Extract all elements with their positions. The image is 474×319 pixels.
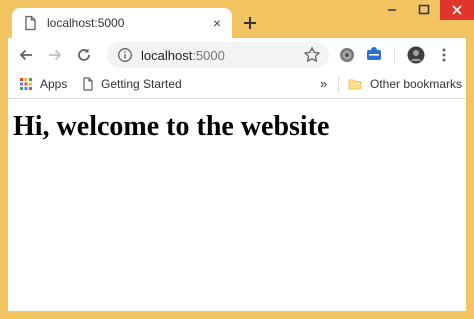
bookmark-other-bookmarks[interactable]: Other bookmarks — [370, 77, 462, 91]
page-heading: Hi, welcome to the website — [13, 111, 330, 142]
forward-icon[interactable] — [46, 46, 64, 64]
back-icon[interactable] — [17, 46, 35, 64]
url-port: :5000 — [192, 48, 225, 63]
bookmark-getting-started[interactable]: Getting Started — [101, 77, 182, 91]
maximize-button[interactable] — [408, 0, 440, 20]
page-content: Hi, welcome to the website — [8, 99, 466, 311]
close-window-button[interactable] — [440, 0, 474, 20]
close-icon — [452, 5, 462, 15]
bookmark-apps[interactable]: Apps — [40, 77, 67, 91]
maximize-icon — [418, 4, 430, 15]
url-host: localhost — [141, 48, 193, 63]
info-icon[interactable] — [117, 47, 133, 63]
plus-icon[interactable] — [242, 15, 258, 31]
toolbar-divider — [394, 48, 395, 64]
bookmarks-divider — [338, 77, 339, 93]
close-icon[interactable]: × — [210, 16, 224, 30]
bookmarks-overflow-button[interactable]: » — [320, 76, 327, 91]
apps-grid-icon — [20, 78, 32, 90]
tab-title: localhost:5000 — [47, 16, 125, 30]
reload-icon[interactable] — [75, 46, 93, 64]
extension-icon[interactable] — [338, 46, 356, 64]
bookmarks-bar: Apps Getting Started » Other bookmarks — [8, 72, 466, 99]
page-icon — [83, 77, 93, 91]
minimize-button[interactable] — [376, 0, 408, 20]
extension-icon[interactable] — [365, 46, 383, 64]
menu-icon[interactable] — [435, 46, 453, 64]
avatar-icon[interactable] — [407, 46, 425, 64]
address-bar[interactable]: localhost:5000 — [107, 42, 329, 68]
url-text[interactable]: localhost:5000 — [141, 48, 225, 63]
page-icon — [25, 15, 36, 31]
folder-icon — [348, 79, 362, 90]
minimize-icon — [388, 9, 396, 11]
toolbar: localhost:5000 — [8, 38, 466, 72]
star-icon[interactable] — [303, 46, 321, 64]
browser-tab[interactable]: localhost:5000 × — [12, 8, 232, 38]
